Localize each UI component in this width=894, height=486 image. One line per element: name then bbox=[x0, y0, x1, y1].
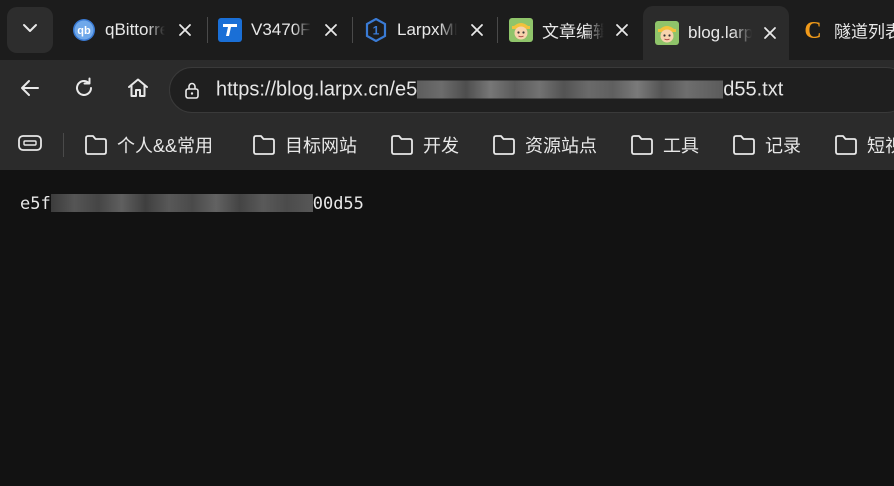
back-arrow-icon bbox=[18, 76, 42, 105]
bookmark-label: 资源站点 bbox=[525, 136, 597, 156]
close-icon[interactable] bbox=[322, 21, 340, 39]
bookmark-folder[interactable]: 开发 bbox=[390, 131, 459, 159]
url-prefix: https://blog.larpx.cn/e5 bbox=[216, 78, 418, 101]
bookmark-label: 短视频 bbox=[867, 136, 894, 156]
folder-icon bbox=[834, 134, 858, 156]
tab-article-editor[interactable]: 文章编辑 bbox=[497, 8, 641, 52]
folder-icon bbox=[492, 134, 516, 156]
browser-window: qb qBittorrent V3470FF 1 LarpxMD bbox=[0, 0, 894, 486]
tab-larpxmd[interactable]: 1 LarpxMD bbox=[352, 8, 496, 52]
bookmark-label: 记录 bbox=[765, 136, 801, 156]
bookmark-label: 开发 bbox=[423, 136, 459, 156]
qbittorrent-icon: qb bbox=[72, 18, 96, 42]
close-icon[interactable] bbox=[468, 21, 486, 39]
cartoon-avatar-icon bbox=[509, 18, 533, 42]
bookmark-label: 工具 bbox=[663, 136, 699, 156]
redacted-mosaic bbox=[50, 194, 313, 212]
close-icon[interactable] bbox=[176, 21, 194, 39]
bookmark-folder[interactable]: 记录 bbox=[732, 131, 801, 159]
apps-button[interactable] bbox=[16, 132, 44, 158]
reload-button[interactable] bbox=[66, 72, 102, 108]
tab-title: qBittorrent bbox=[105, 20, 165, 39]
bookmarks-divider bbox=[63, 133, 64, 157]
bookmark-folder[interactable]: 工具 bbox=[630, 131, 699, 159]
c-letter-icon: C bbox=[801, 18, 825, 42]
tab-title: V3470FF bbox=[251, 20, 311, 39]
svg-text:1: 1 bbox=[373, 24, 380, 38]
url-text[interactable]: https://blog.larpx.cn/e5 d55.txt bbox=[216, 79, 783, 102]
router-icon bbox=[218, 18, 242, 42]
cartoon-avatar-icon bbox=[655, 21, 679, 45]
tab-tunnel-list[interactable]: C 隧道列表 bbox=[789, 8, 894, 52]
folder-icon bbox=[84, 134, 108, 156]
tab-title: 隧道列表 bbox=[834, 22, 894, 42]
tab-router[interactable]: V3470FF bbox=[206, 8, 350, 52]
tab-strip: qb qBittorrent V3470FF 1 LarpxMD bbox=[0, 0, 894, 60]
chevron-down-icon bbox=[20, 18, 40, 43]
toolbar: https://blog.larpx.cn/e5 d55.txt bbox=[0, 60, 894, 120]
url-suffix: d55.txt bbox=[723, 78, 784, 101]
file-text: e5f 00d55 bbox=[20, 194, 364, 214]
folder-icon bbox=[732, 134, 756, 156]
text-prefix: e5f bbox=[20, 194, 51, 214]
bookmark-label: 个人&&常用 bbox=[117, 136, 214, 156]
bookmark-folder[interactable]: 目标网站 bbox=[252, 131, 357, 159]
bookmark-folder[interactable]: 个人&&常用 bbox=[84, 131, 213, 159]
close-icon[interactable] bbox=[613, 21, 631, 39]
folder-icon bbox=[630, 134, 654, 156]
folder-icon bbox=[252, 134, 276, 156]
tab-search-button[interactable] bbox=[7, 7, 53, 53]
tab-qbittorrent[interactable]: qb qBittorrent bbox=[60, 8, 204, 52]
site-info-icon[interactable] bbox=[182, 80, 202, 100]
redacted-mosaic bbox=[417, 80, 724, 99]
shield-one-icon: 1 bbox=[364, 18, 388, 42]
close-icon[interactable] bbox=[761, 24, 779, 42]
back-button[interactable] bbox=[12, 72, 48, 108]
address-bar[interactable]: https://blog.larpx.cn/e5 d55.txt bbox=[169, 67, 894, 113]
text-suffix: 00d55 bbox=[312, 194, 364, 214]
apps-icon bbox=[17, 133, 43, 158]
bookmark-folder[interactable]: 资源站点 bbox=[492, 131, 597, 159]
tab-title: 文章编辑 bbox=[542, 22, 604, 42]
home-button[interactable] bbox=[120, 72, 156, 108]
bookmark-folder[interactable]: 短视频 bbox=[834, 131, 894, 159]
svg-text:qb: qb bbox=[77, 25, 91, 37]
tab-title: LarpxMD bbox=[397, 20, 457, 39]
reload-icon bbox=[72, 76, 96, 105]
page-content: e5f 00d55 bbox=[0, 170, 894, 486]
tab-title: blog.larpx.cn bbox=[688, 23, 752, 42]
bookmark-label: 目标网站 bbox=[285, 136, 357, 156]
home-icon bbox=[126, 76, 150, 105]
bookmarks-bar: 个人&&常用 目标网站 开发 资源站点 工具 记录 短视频 bbox=[0, 120, 894, 170]
tab-blog-active[interactable]: blog.larpx.cn bbox=[643, 6, 789, 60]
svg-text:C: C bbox=[804, 18, 821, 42]
folder-icon bbox=[390, 134, 414, 156]
